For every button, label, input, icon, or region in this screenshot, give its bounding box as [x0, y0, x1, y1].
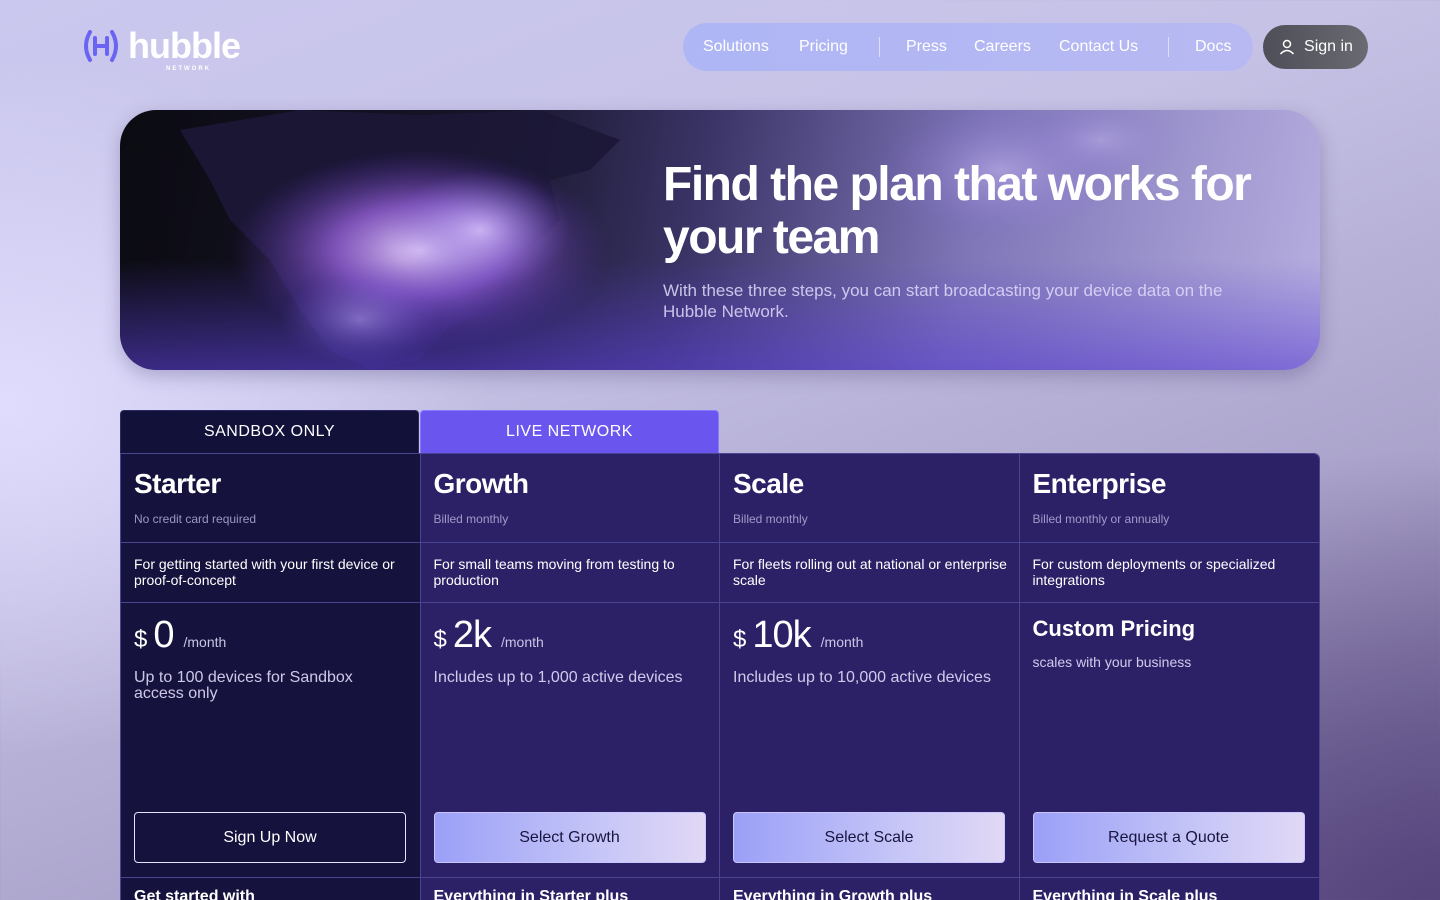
tab-live-network: LIVE NETWORK	[420, 410, 719, 454]
select-growth-button[interactable]: Select Growth	[433, 812, 706, 863]
sign-in-label: Sign in	[1304, 38, 1353, 55]
nav-pricing[interactable]: Pricing	[799, 38, 848, 56]
main-nav: Solutions Pricing Press Careers Contact …	[683, 23, 1253, 71]
request-quote-button[interactable]: Request a Quote	[1032, 812, 1305, 863]
divider	[121, 542, 420, 543]
hero-banner: Find the plan that works for your team W…	[120, 110, 1320, 370]
plan-features-heading: Everything in Growth plus	[733, 888, 933, 900]
plan-billing: Billed monthly or annually	[1032, 512, 1170, 526]
plan-features-heading: Everything in Starter plus	[433, 888, 629, 900]
price-period: /month	[501, 634, 544, 650]
logo-subtext: NETWORK	[166, 66, 211, 72]
plan-name: Enterprise	[1032, 468, 1167, 499]
plan-includes: Up to 100 devices for Sandbox access onl…	[134, 669, 353, 702]
price-amount: 10k	[752, 614, 811, 656]
plan-card-growth: Growth Billed monthly For small teams mo…	[420, 454, 720, 900]
price-amount: 0	[153, 614, 174, 656]
plan-card-enterprise: Enterprise Billed monthly or annually Fo…	[1019, 454, 1319, 900]
plan-description: For fleets rolling out at national or en…	[733, 556, 1007, 588]
divider	[1019, 542, 1319, 543]
select-scale-button[interactable]: Select Scale	[733, 812, 1005, 863]
price-period: /month	[820, 634, 864, 650]
divider	[121, 877, 420, 878]
divider	[720, 602, 1019, 603]
nav-careers[interactable]: Careers	[974, 38, 1031, 56]
nav-press[interactable]: Press	[906, 38, 947, 56]
sign-in-button[interactable]: Sign in	[1263, 25, 1368, 69]
pricing-plans: Starter No credit card required For gett…	[120, 453, 1320, 900]
plan-features-heading: Everything in Scale plus	[1032, 888, 1218, 900]
plan-price: $ 0 /month	[134, 614, 226, 657]
hubble-logo-icon	[84, 30, 118, 62]
hero-title: Find the plan that works for your team	[663, 158, 1252, 264]
nav-divider	[879, 37, 880, 57]
divider	[121, 602, 420, 603]
hubble-logo[interactable]: hubble NETWORK	[80, 28, 260, 76]
custom-pricing-note: scales with your business	[1032, 654, 1192, 670]
plan-description: For custom deployments or specialized in…	[1032, 556, 1276, 588]
user-icon	[1279, 39, 1295, 55]
tab-sandbox-only: SANDBOX ONLY	[120, 410, 419, 454]
divider	[720, 877, 1019, 878]
divider	[420, 542, 719, 543]
plan-name: Scale	[733, 468, 804, 499]
plan-name: Starter	[134, 468, 221, 499]
price-amount: 2k	[452, 614, 492, 656]
plan-billing: No credit card required	[134, 512, 257, 526]
plan-name: Growth	[433, 468, 530, 499]
nav-solutions[interactable]: Solutions	[703, 38, 769, 56]
sign-up-now-button[interactable]: Sign Up Now	[134, 812, 406, 863]
price-currency: $	[733, 626, 747, 653]
divider	[420, 877, 719, 878]
plan-price: $ 10k /month	[733, 614, 863, 657]
plan-billing: Billed monthly	[733, 512, 808, 526]
nav-contact-us[interactable]: Contact Us	[1059, 38, 1138, 56]
nav-docs[interactable]: Docs	[1195, 38, 1231, 56]
price-currency: $	[134, 626, 148, 653]
plan-includes: Includes up to 10,000 active devices	[733, 669, 991, 686]
divider	[1019, 877, 1319, 878]
plan-price: $ 2k /month	[434, 614, 544, 657]
plan-billing: Billed monthly	[433, 512, 509, 526]
nav-divider	[1168, 37, 1169, 57]
plan-description: For getting started with your first devi…	[134, 556, 395, 588]
plan-description: For small teams moving from testing to p…	[433, 556, 675, 588]
divider	[1019, 602, 1319, 603]
divider	[720, 542, 1019, 543]
plan-includes: Includes up to 1,000 active devices	[433, 669, 683, 686]
hero-subtitle: With these three steps, you can start br…	[663, 281, 1223, 321]
plan-features-heading: Get started with	[134, 888, 255, 900]
custom-pricing-label: Custom Pricing	[1032, 616, 1196, 641]
price-currency: $	[433, 626, 447, 653]
plan-card-starter: Starter No credit card required For gett…	[121, 454, 421, 900]
plan-card-scale: Scale Billed monthly For fleets rolling …	[720, 454, 1020, 900]
logo-wordmark: hubble	[128, 25, 241, 66]
price-period: /month	[183, 634, 227, 650]
divider	[420, 602, 719, 603]
